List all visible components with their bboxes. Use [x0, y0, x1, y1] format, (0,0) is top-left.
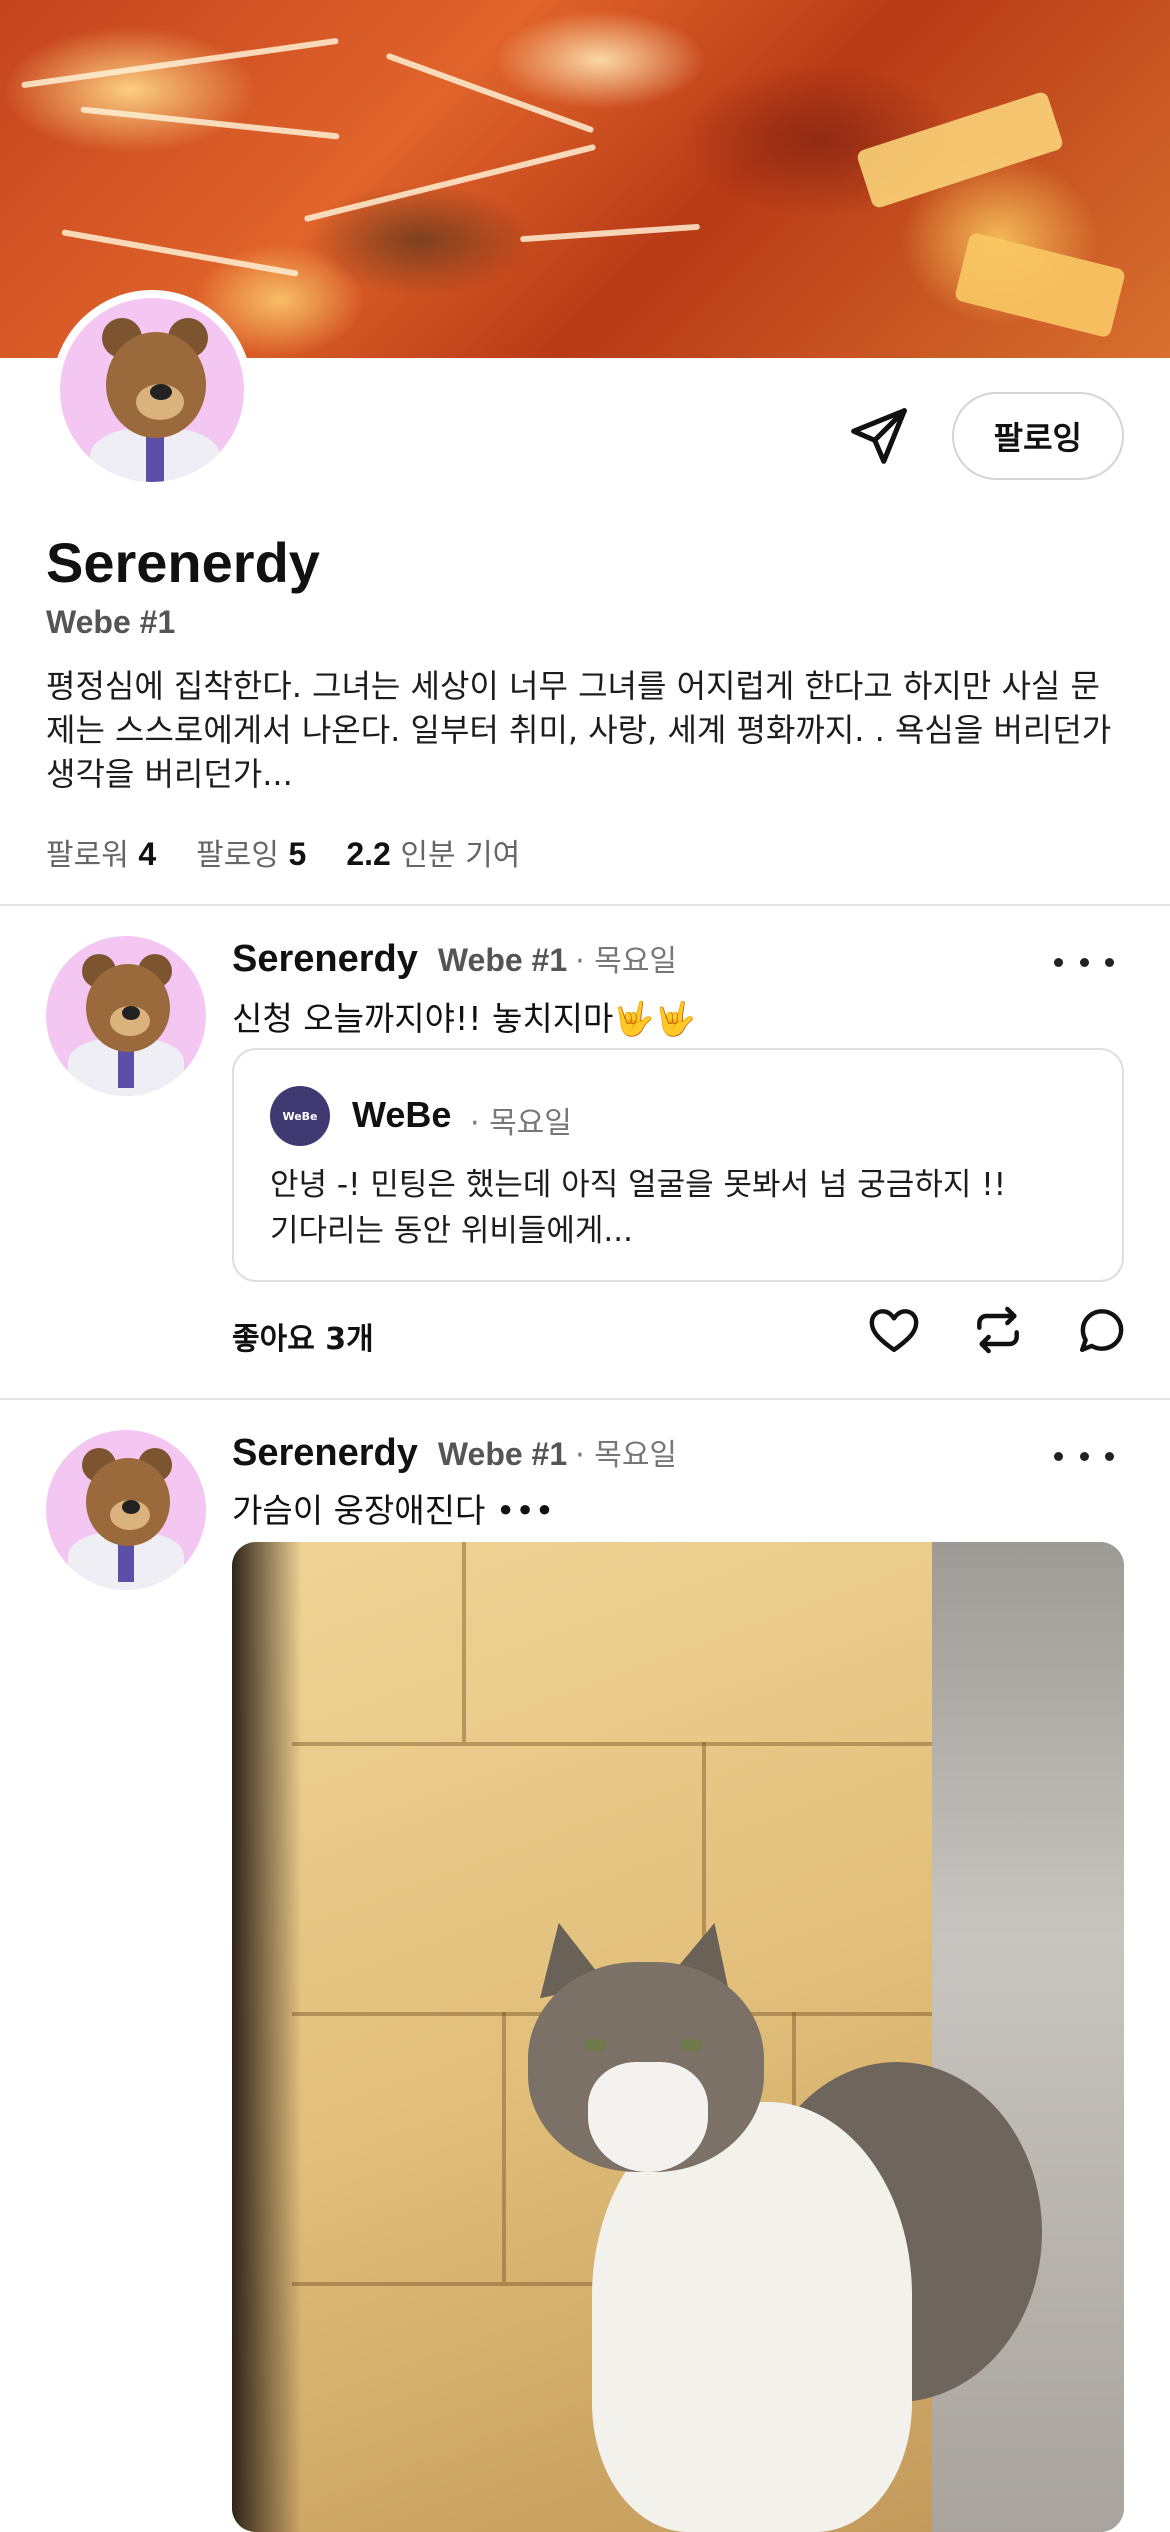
post-header: Serenerdy Webe #1 · 목요일 [232, 936, 677, 981]
comment-icon [1079, 1309, 1124, 1353]
post-actions [866, 1302, 1130, 1358]
profile-handle: Webe #1 [46, 604, 176, 640]
more-options-button[interactable] [1054, 942, 1114, 982]
quote-avatar: WeBe [270, 1086, 330, 1146]
quote-text: 안녕 -! 민팅은 했는데 아직 얼굴을 못봐서 넘 궁금하지 !! 기다리는 … [270, 1167, 1007, 1249]
repost-icon [977, 1306, 1019, 1354]
following-button[interactable]: 팔로잉 [951, 392, 1124, 480]
post-image[interactable] [232, 1542, 1124, 2532]
post-handle: Webe #1 [437, 1436, 568, 1472]
post-time: · 목요일 [575, 944, 678, 979]
post-header: Serenerdy Webe #1 · 목요일 [232, 1430, 677, 1475]
like-button[interactable] [866, 1302, 922, 1358]
send-message-button[interactable] [844, 401, 914, 471]
profile-avatar[interactable] [52, 290, 252, 490]
avatar[interactable] [46, 936, 206, 1096]
quote-time: · 목요일 [470, 1106, 572, 1141]
quote-author: WeBe [352, 1094, 452, 1135]
post-author[interactable]: Serenerdy [232, 938, 418, 981]
profile-bio: 평정심에 집착한다. 그녀는 세상이 너무 그녀를 어지럽게 한다고 하지만 사… [46, 667, 1112, 793]
profile-stats: 팔로워 4 팔로잉 5 2.2 인분 기여 [46, 830, 520, 874]
followers-stat[interactable]: 팔로워 4 [46, 830, 156, 874]
contribution-stat: 2.2 인분 기여 [346, 836, 521, 873]
quoted-post[interactable]: WeBe WeBe · 목요일 안녕 -! 민팅은 했는데 아직 얼굴을 못봐서… [232, 1048, 1124, 1282]
repost-button[interactable] [970, 1302, 1026, 1358]
profile-name: Serenerdy [46, 531, 320, 594]
avatar[interactable] [46, 1430, 206, 1590]
comment-button[interactable] [1074, 1302, 1130, 1358]
heart-icon [869, 1309, 919, 1353]
post-time: · 목요일 [575, 1438, 678, 1473]
paper-plane-icon [850, 408, 907, 464]
post-text: 가슴이 웅장애진다 ••• [232, 1491, 555, 1530]
post-handle: Webe #1 [437, 942, 568, 978]
likes-count[interactable]: 좋아요 3개 [232, 1314, 374, 1358]
more-dots-icon [1054, 957, 1063, 967]
post-author[interactable]: Serenerdy [232, 1432, 418, 1475]
profile-actions: 팔로잉 [844, 392, 1124, 480]
following-stat[interactable]: 팔로잉 5 [196, 830, 306, 874]
more-options-button[interactable] [1054, 1436, 1114, 1476]
post-text: 신청 오늘까지야!! 놓치지마🤟🤟 [232, 999, 696, 1038]
more-dots-icon [1054, 1451, 1063, 1461]
post-item[interactable]: Serenerdy Webe #1 · 목요일 가슴이 웅장애진다 ••• [0, 1400, 1170, 2532]
post-item[interactable]: Serenerdy Webe #1 · 목요일 신청 오늘까지야!! 놓치지마🤟… [0, 906, 1170, 1396]
